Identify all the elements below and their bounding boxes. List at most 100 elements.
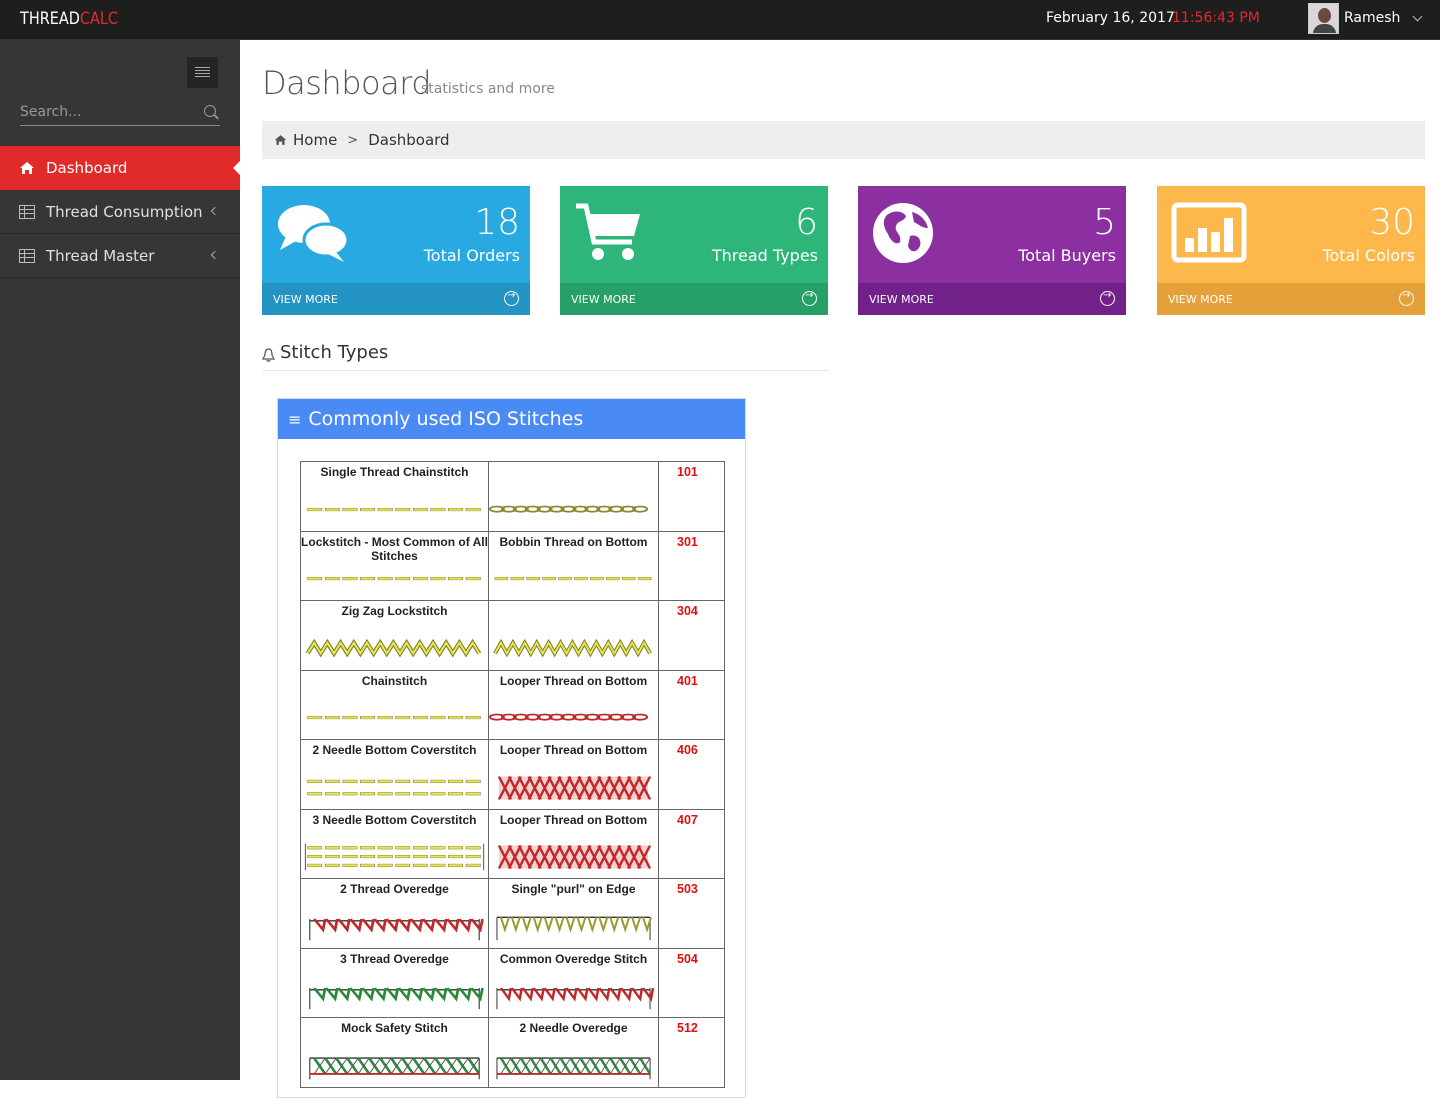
stat-cards: 18 Total Orders VIEW MORE 6 Thread Types… bbox=[262, 186, 1425, 315]
sidebar-item-thread-consumption[interactable]: Thread Consumption bbox=[0, 190, 240, 234]
stitch-name-cell: Single Thread Chainstitch bbox=[300, 461, 489, 532]
stitch-code: 504 bbox=[658, 947, 725, 1018]
breadcrumb-home-link[interactable]: Home bbox=[293, 131, 337, 149]
stitch-code: 101 bbox=[658, 461, 725, 532]
stitch-code: 401 bbox=[658, 669, 725, 740]
breadcrumb-current: Dashboard bbox=[368, 131, 450, 149]
stitch-diagram bbox=[489, 713, 649, 721]
sidebar-item-label: Thread Consumption bbox=[46, 202, 203, 221]
stitch-description: Common Overedge Stitch bbox=[499, 951, 648, 966]
stitch-desc-cell: Looper Thread on Bottom bbox=[488, 669, 659, 740]
hamburger-icon bbox=[195, 67, 210, 68]
stitch-desc-cell bbox=[488, 600, 659, 671]
arrow-circle-right-icon bbox=[1399, 290, 1414, 306]
sidebar-item-thread-master[interactable]: Thread Master bbox=[0, 234, 240, 278]
view-more-link[interactable]: VIEW MORE bbox=[858, 283, 1126, 315]
stitch-diagram bbox=[494, 577, 652, 581]
view-more-link[interactable]: VIEW MORE bbox=[1157, 283, 1425, 315]
stitch-table: Single Thread Chainstitch 101 Lockstitch -… bbox=[300, 461, 725, 1088]
page-subtitle: statistics and more bbox=[421, 81, 555, 97]
panel-header: ≡ Commonly used ISO Stitches bbox=[278, 399, 745, 439]
stitch-diagram bbox=[309, 917, 484, 940]
table-row: Mock Safety Stitch 2 Needle Overedge 512 bbox=[300, 1017, 725, 1088]
table-row: Single Thread Chainstitch 101 bbox=[300, 461, 725, 532]
stitch-diagram bbox=[497, 775, 652, 800]
stitch-description: Single "purl" on Edge bbox=[511, 882, 636, 896]
table-row: 3 Needle Bottom Coverstitch Looper Thread… bbox=[300, 808, 725, 879]
stitch-code: 512 bbox=[658, 1017, 725, 1088]
table-row: 3 Thread Overedge Common Overedge Stitch 5… bbox=[300, 947, 725, 1018]
stitch-diagram bbox=[304, 843, 485, 871]
stitch-diagram bbox=[496, 1056, 652, 1079]
globe-icon bbox=[872, 202, 936, 271]
user-menu[interactable]: Ramesh bbox=[1308, 2, 1423, 34]
thread-types-label: Thread Types bbox=[711, 246, 818, 265]
stitch-name-cell: Chainstitch bbox=[300, 669, 489, 740]
logo-text-thread: THREAD bbox=[20, 9, 80, 29]
search-input[interactable] bbox=[20, 100, 195, 124]
stitch-name: Mock Safety Stitch bbox=[341, 1021, 448, 1035]
chevron-right-icon: > bbox=[347, 132, 359, 148]
view-more-label: VIEW MORE bbox=[869, 292, 934, 306]
stitch-diagram bbox=[496, 916, 652, 940]
stitch-desc-cell: Bobbin Thread on Bottom bbox=[488, 530, 659, 601]
stitch-name-cell: Mock Safety Stitch bbox=[300, 1017, 489, 1088]
stitch-code: 503 bbox=[658, 878, 725, 949]
stitch-desc-cell: Common Overedge Stitch bbox=[488, 947, 659, 1018]
chevron-left-icon bbox=[210, 206, 220, 216]
stat-card-total-orders[interactable]: 18 Total Orders VIEW MORE bbox=[262, 186, 530, 315]
stitch-code: 407 bbox=[658, 808, 725, 879]
stitch-name-cell: Zig Zag Lockstitch bbox=[300, 600, 489, 671]
stat-card-thread-types[interactable]: 6 Thread Types VIEW MORE bbox=[560, 186, 828, 315]
stitch-diagram bbox=[307, 716, 481, 720]
table-row: 2 Thread Overedge Single "purl" on Edge 50… bbox=[300, 878, 725, 949]
logo-text-calc: CALC bbox=[79, 9, 119, 29]
total-colors-label: Total Colors bbox=[1322, 246, 1415, 265]
current-time: 11:56:43 PM bbox=[1172, 10, 1260, 26]
stat-card-total-colors[interactable]: 30 Total Colors VIEW MORE bbox=[1157, 186, 1425, 315]
stitch-desc-cell: Single "purl" on Edge bbox=[488, 878, 659, 949]
stitch-diagram bbox=[305, 638, 482, 657]
arrow-circle-right-icon bbox=[504, 290, 519, 306]
stitch-description: Bobbin Thread on Bottom bbox=[499, 534, 648, 549]
stitch-description: 2 Needle Overedge bbox=[519, 1021, 628, 1035]
stitch-diagram bbox=[496, 987, 655, 1010]
total-orders-label: Total Orders bbox=[423, 246, 520, 265]
iso-stitches-panel: ≡ Commonly used ISO Stitches Single Threa… bbox=[277, 398, 746, 1098]
bar-chart-icon bbox=[1171, 202, 1249, 269]
stitch-name-cell: 3 Thread Overedge bbox=[300, 947, 489, 1018]
stitch-desc-cell: 2 Needle Overedge bbox=[488, 1017, 659, 1088]
top-bar: THREADCALC February 16, 2017 11:56:43 PM… bbox=[0, 0, 1440, 40]
view-more-label: VIEW MORE bbox=[1168, 292, 1233, 306]
avatar bbox=[1308, 2, 1339, 34]
table-row: Lockstitch - Most Common of All Stitches… bbox=[300, 530, 725, 601]
stitch-description: Looper Thread on Bottom bbox=[499, 812, 648, 827]
view-more-link[interactable]: VIEW MORE bbox=[262, 283, 530, 315]
stat-card-total-buyers[interactable]: 5 Total Buyers VIEW MORE bbox=[858, 186, 1126, 315]
table-row: 2 Needle Bottom Coverstitch Looper Thread… bbox=[300, 739, 725, 810]
stitch-diagram bbox=[493, 638, 652, 657]
stitch-diagram bbox=[309, 987, 484, 1010]
view-more-link[interactable]: VIEW MORE bbox=[560, 283, 828, 315]
stitch-description: Looper Thread on Bottom bbox=[499, 743, 648, 757]
search-icon[interactable] bbox=[204, 105, 216, 117]
stitch-code: 301 bbox=[658, 530, 725, 601]
stitch-name-cell: 3 Needle Bottom Coverstitch bbox=[300, 808, 489, 879]
sidebar: Dashboard Thread Consumption Thread Mast… bbox=[0, 40, 241, 1080]
list-icon: ≡ bbox=[288, 409, 302, 429]
stitch-name: Single Thread Chainstitch bbox=[320, 465, 469, 479]
section-header: Stitch Types bbox=[262, 340, 829, 371]
app-logo[interactable]: THREADCALC bbox=[20, 9, 118, 29]
stitch-desc-cell: Looper Thread on Bottom bbox=[488, 808, 659, 879]
comments-icon bbox=[276, 202, 350, 269]
stitch-description: Looper Thread on Bottom bbox=[499, 673, 648, 688]
total-buyers-label: Total Buyers bbox=[1018, 246, 1116, 265]
stitch-name-cell: Lockstitch - Most Common of All Stitches bbox=[300, 530, 489, 601]
stitch-diagram bbox=[307, 577, 481, 581]
stitch-name: 3 Needle Bottom Coverstitch bbox=[312, 812, 477, 827]
menu-toggle-button[interactable] bbox=[187, 57, 218, 88]
stitch-desc-cell: Looper Thread on Bottom bbox=[488, 739, 659, 810]
stitch-name: 2 Needle Bottom Coverstitch bbox=[312, 743, 477, 757]
sidebar-item-dashboard[interactable]: Dashboard bbox=[0, 146, 241, 190]
view-more-label: VIEW MORE bbox=[571, 292, 636, 306]
